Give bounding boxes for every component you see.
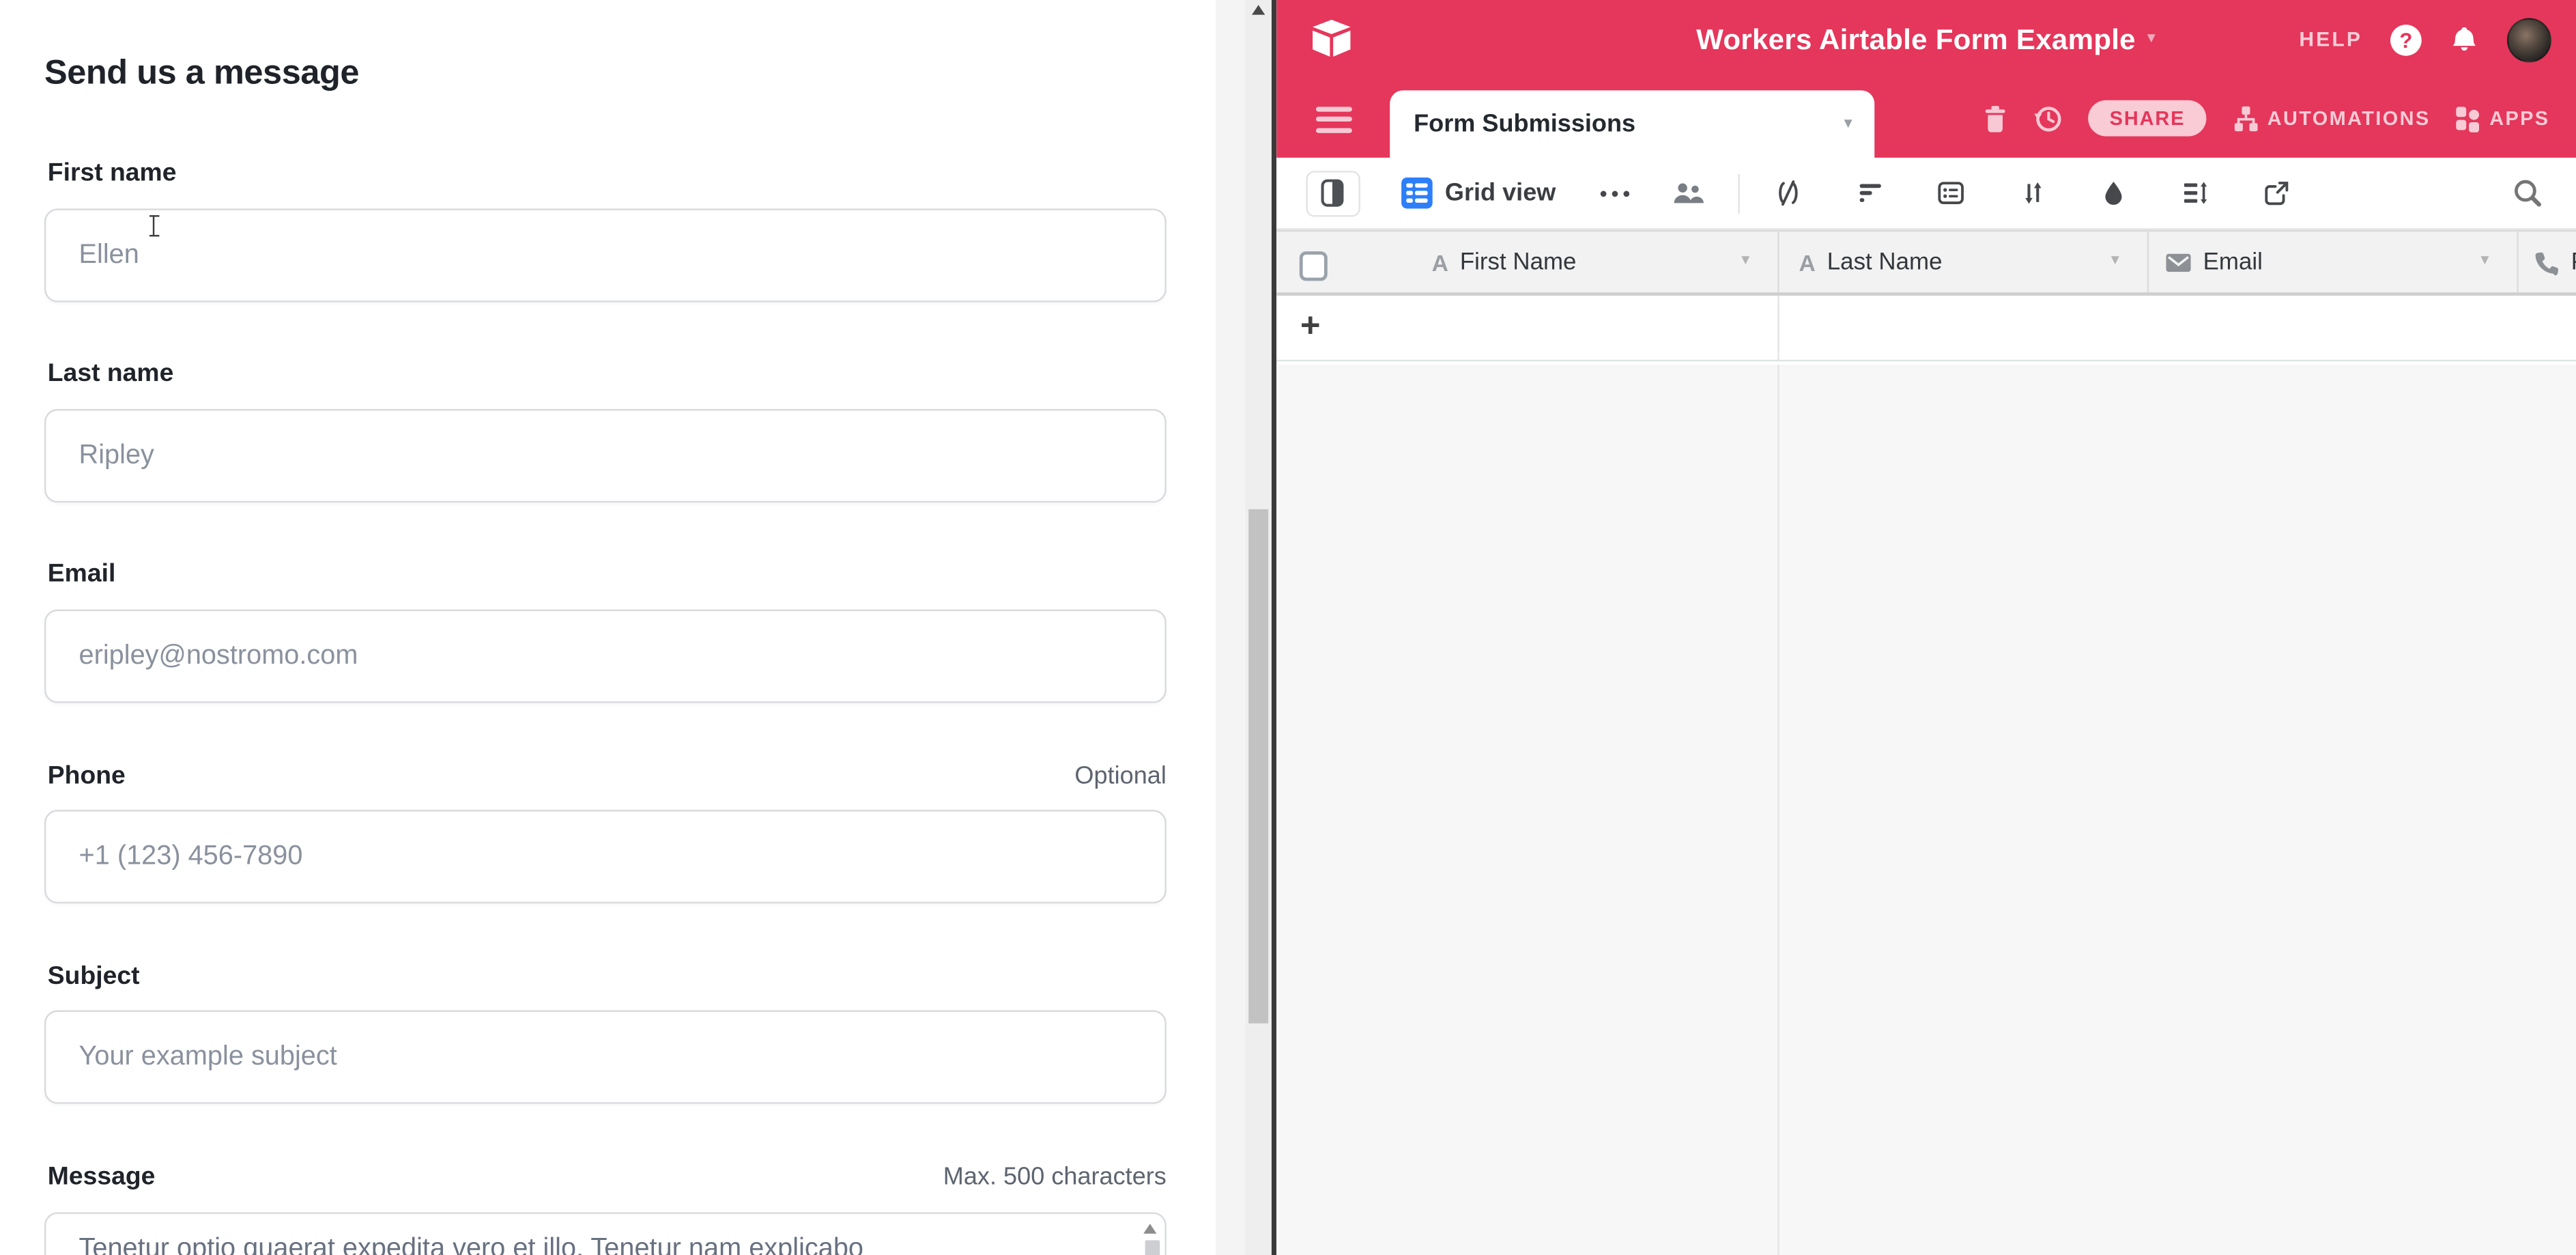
tables-menu-icon[interactable] [1315,106,1351,133]
column-header-last-name[interactable]: A Last Name ▾ [1777,231,2147,292]
column-separator [1777,364,1779,1255]
column-header-phone[interactable]: Phone [2517,231,2576,292]
phone-label: Phone [48,762,126,791]
last-name-input[interactable] [44,409,1167,503]
group-icon[interactable] [1937,179,1965,207]
view-name[interactable]: Grid view [1445,179,1556,207]
add-row-row[interactable]: + [1276,296,2576,361]
column-separator [1777,296,1779,360]
help-question-icon[interactable]: ? [2390,24,2422,55]
automations-button[interactable]: AUTOMATIONS [2231,104,2431,132]
contact-form-pane: Send us a message First name Last name E… [0,0,1216,1255]
sidebar-panel-icon [1321,179,1344,207]
textarea-scrollbar-thumb[interactable] [1144,1240,1159,1255]
email-label: Email [48,560,116,589]
page-scrollbar-track[interactable] [1245,0,1272,1255]
page-gutter [1216,0,1272,1255]
history-icon[interactable] [2033,102,2064,134]
table-tab-label: Form Submissions [1414,110,1635,138]
sort-icon[interactable] [2018,179,2046,207]
sidebar-toggle-button[interactable] [1305,170,1359,216]
toolbar-divider [1738,173,1740,213]
email-input[interactable] [44,610,1167,703]
help-menu[interactable]: HELP [2299,28,2362,51]
subject-input[interactable] [44,1011,1167,1104]
first-name-label: First name [48,159,177,188]
column-header-email[interactable]: Email ▾ [2147,231,2517,292]
message-text: Tenetur optio quaerat expedita vero et i… [79,1234,864,1255]
grid-view-icon[interactable] [1401,178,1432,209]
first-name-input[interactable] [44,209,1167,302]
message-label: Message [48,1163,156,1192]
scrollbar-up-arrow-icon[interactable] [1252,5,1265,14]
column-caret-icon[interactable]: ▾ [2480,253,2489,269]
trash-icon[interactable] [1983,104,2007,132]
apps-icon [2455,104,2482,132]
screen: Send us a message First name Last name E… [0,0,2576,1255]
column-header-first-name[interactable]: A First Name ▾ [1276,231,1777,292]
message-maxchars-note: Max. 500 characters [943,1163,1167,1191]
grid-header-row: A First Name ▾ A Last Name ▾ Email ▾ [1276,230,2576,296]
column-caret-icon[interactable]: ▾ [2111,253,2119,269]
airtable-logo-icon[interactable] [1308,16,1353,61]
textarea-scroll-up-icon[interactable] [1143,1224,1156,1233]
last-name-label: Last name [48,360,174,389]
form-title: Send us a message [44,54,359,94]
table-tab-form-submissions[interactable]: Form Submissions ▾ [1389,90,1874,158]
view-options-icon[interactable] [1599,188,1631,197]
airtable-tabbar: Form Submissions ▾ SHARE [1276,79,2576,157]
message-textarea[interactable]: Tenetur optio quaerat expedita vero et i… [44,1212,1167,1255]
text-cursor-icon [153,215,155,236]
phone-optional-note: Optional [1074,762,1166,790]
collaborators-icon[interactable] [1671,180,1706,206]
phone-input[interactable] [44,810,1167,903]
automations-icon [2231,104,2259,132]
view-toolbar: Grid view [1276,158,2576,230]
filter-icon[interactable] [1856,179,1884,207]
color-icon[interactable] [2100,179,2128,207]
hide-fields-icon[interactable] [1775,179,1803,207]
email-field-type-icon [2165,252,2192,272]
grid-body [1276,364,2576,1255]
subject-label: Subject [48,963,140,992]
page-scrollbar-thumb[interactable] [1248,509,1268,1024]
airtable-topbar: Workers Airtable Form Example ▾ HELP ? [1276,0,2576,79]
text-field-type-icon: A [1432,249,1448,274]
column-caret-icon[interactable]: ▾ [1741,253,1749,269]
apps-button[interactable]: APPS [2455,104,2550,132]
text-field-type-icon: A [1799,249,1816,274]
user-avatar[interactable] [2507,17,2551,61]
table-tab-caret-icon[interactable]: ▾ [1844,116,1852,132]
phone-field-type-icon [2533,249,2560,274]
notifications-bell-icon[interactable] [2450,25,2479,54]
add-row-button[interactable]: + [1300,309,1321,343]
row-height-icon[interactable] [2181,179,2209,207]
base-title[interactable]: Workers Airtable Form Example [1696,22,2136,57]
share-view-icon[interactable] [2262,179,2290,207]
share-button[interactable]: SHARE [2088,100,2206,137]
base-title-caret-icon[interactable]: ▾ [2147,31,2156,48]
airtable-window: Workers Airtable Form Example ▾ HELP ? F… [1276,0,2576,1255]
search-icon[interactable] [2512,178,2543,209]
